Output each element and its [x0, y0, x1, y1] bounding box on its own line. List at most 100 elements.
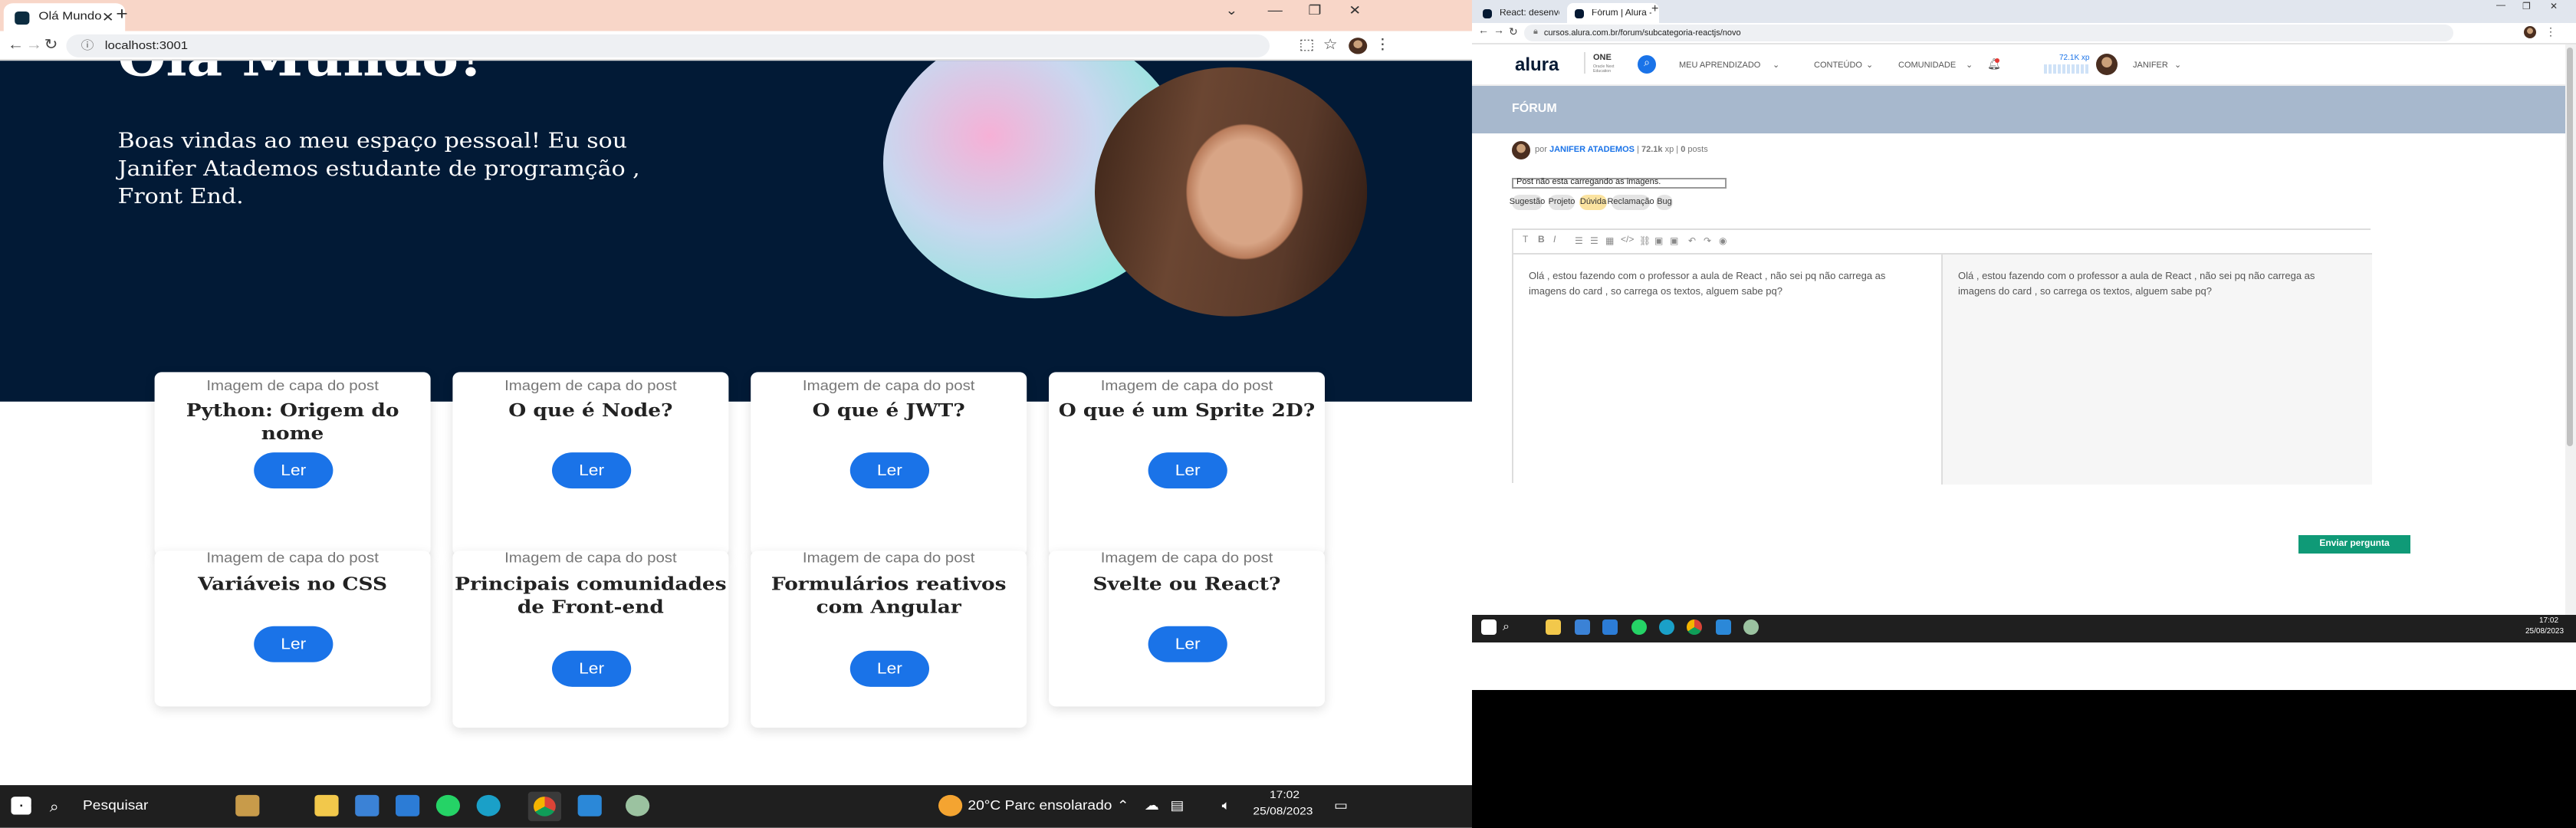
tag-reclamacao[interactable]: Reclamação	[1607, 195, 1654, 210]
menu-meu-aprendizado[interactable]: MEU APRENDIZADO	[1679, 61, 1760, 71]
read-button[interactable]: Ler	[552, 650, 632, 687]
read-button[interactable]: Ler	[254, 626, 334, 662]
forward-icon[interactable]: →	[26, 36, 43, 52]
close-window-icon[interactable]: ✕	[1349, 3, 1361, 18]
user-avatar[interactable]	[2096, 54, 2118, 75]
link-icon[interactable]: ⛓	[1639, 236, 1651, 247]
mail-icon[interactable]	[1602, 619, 1618, 635]
windows-start-icon[interactable]	[11, 797, 31, 815]
app-icon[interactable]	[626, 794, 650, 816]
search-icon[interactable]: ⌕	[1503, 619, 1510, 635]
tag-sugestao[interactable]: Sugestão	[1510, 195, 1545, 210]
redo-icon[interactable]: ↷	[1704, 236, 1711, 247]
editor-input[interactable]: Olá , estou fazendo com o professor a au…	[1513, 255, 1943, 485]
image-upload-icon[interactable]: ▣	[1670, 236, 1678, 247]
send-question-button[interactable]: Enviar pergunta	[2298, 535, 2410, 554]
read-button[interactable]: Ler	[849, 452, 929, 489]
chevron-up-icon[interactable]: ⌃	[1117, 798, 1129, 813]
tag-duvida[interactable]: Dúvida	[1579, 195, 1607, 210]
whatsapp-icon[interactable]	[1631, 619, 1647, 635]
cloud-icon[interactable]: ☁	[1145, 798, 1159, 813]
taskbar-search[interactable]: Pesquisar	[83, 798, 148, 813]
network-icon[interactable]: ▤	[1170, 798, 1184, 813]
taskbar-time[interactable]: 17:02	[2539, 616, 2558, 626]
tab-react[interactable]: React: desenvolvendo em React ...	[1475, 3, 1567, 23]
post-title: O que é Node?	[508, 399, 673, 422]
scrollbar-thumb[interactable]	[2567, 48, 2573, 446]
edge-icon[interactable]	[476, 794, 501, 816]
notification-icon[interactable]: ▭	[1334, 798, 1348, 813]
taskbar-date[interactable]: 25/08/2023	[1253, 807, 1313, 818]
back-icon[interactable]: ←	[8, 36, 25, 52]
page-scrollbar[interactable]	[2565, 44, 2576, 616]
app-icon[interactable]	[1743, 619, 1759, 635]
restore-icon[interactable]: ❐	[2522, 2, 2531, 12]
profile-avatar[interactable]	[2524, 26, 2536, 38]
volume-icon[interactable]: 🔈︎	[1222, 798, 1231, 814]
tag-projeto[interactable]: Projeto	[1549, 195, 1575, 210]
tab-title: Olá Mundo	[38, 11, 102, 23]
chrome-icon[interactable]	[534, 797, 556, 816]
search-icon[interactable]: ⌕	[1638, 55, 1656, 74]
user-name[interactable]: JANIFER	[2133, 61, 2168, 71]
store-icon[interactable]	[355, 794, 380, 816]
new-tab-icon[interactable]: +	[1651, 2, 1658, 15]
file-explorer-icon[interactable]	[1546, 619, 1561, 635]
vscode-icon[interactable]	[1716, 619, 1731, 635]
address-bar[interactable]: ⓘ localhost:3001	[66, 34, 1270, 58]
extensions-icon[interactable]: ⬚	[1299, 36, 1314, 54]
weather-text[interactable]: 20°C Parc ensolarado	[968, 798, 1112, 813]
tag-bug[interactable]: Bug	[1656, 195, 1673, 210]
menu-conteudo[interactable]: CONTEÚDO	[1814, 61, 1862, 71]
menu-comunidade[interactable]: COMUNIDADE	[1898, 61, 1956, 71]
reload-icon[interactable]: ↻	[1509, 26, 1518, 38]
author-name[interactable]: JANIFER ATADEMOS	[1549, 146, 1635, 155]
windows-start-icon[interactable]	[1481, 619, 1497, 635]
read-button[interactable]: Ler	[849, 650, 929, 687]
file-explorer-icon[interactable]	[314, 794, 339, 816]
list-unordered-icon[interactable]: ☰	[1590, 236, 1598, 247]
tab-forum[interactable]: Fórum | Alura - Cursos online de...	[1567, 3, 1659, 23]
minimize-icon[interactable]: —	[2496, 2, 2505, 11]
menu-icon[interactable]: ⋮	[2545, 26, 2556, 38]
undo-icon[interactable]: ↶	[1688, 236, 1696, 247]
read-button[interactable]: Ler	[1148, 626, 1227, 662]
chrome-icon[interactable]	[1687, 619, 1702, 635]
close-tab-icon[interactable]: ✕	[102, 10, 114, 25]
read-button[interactable]: Ler	[254, 452, 334, 489]
minimize-icon[interactable]: —	[1268, 3, 1283, 18]
read-button[interactable]: Ler	[552, 452, 632, 489]
vscode-icon[interactable]	[577, 794, 602, 816]
back-icon[interactable]: ←	[1478, 26, 1489, 37]
tab-ola-mundo[interactable]: Olá Mundo ✕	[3, 3, 126, 31]
address-bar[interactable]: 🔒︎ cursos.alura.com.br/forum/subcategori…	[1524, 25, 2453, 41]
post-title: Variáveis no CSS	[198, 573, 388, 596]
alura-logo[interactable]: alura	[1515, 54, 1559, 75]
reload-icon[interactable]: ↻	[44, 36, 58, 54]
store-icon[interactable]	[1575, 619, 1590, 635]
code-icon[interactable]: </>	[1621, 236, 1634, 245]
menu-icon[interactable]: ⋮	[1375, 36, 1392, 54]
forward-icon[interactable]: →	[1493, 26, 1504, 37]
read-button[interactable]: Ler	[1148, 452, 1227, 489]
table-icon[interactable]: ▦	[1605, 236, 1614, 247]
taskbar-date[interactable]: 25/08/2023	[2525, 627, 2564, 636]
profile-avatar[interactable]	[1349, 38, 1368, 54]
edge-icon[interactable]	[1659, 619, 1674, 635]
taskbar-time[interactable]: 17:02	[1270, 790, 1300, 802]
preview-eye-icon[interactable]: ◉	[1719, 236, 1727, 247]
star-icon[interactable]: ☆	[1323, 36, 1338, 54]
bold-icon[interactable]: B	[1538, 236, 1545, 245]
new-tab-icon[interactable]: +	[116, 5, 127, 25]
chevron-down-icon[interactable]: ⌄	[1225, 3, 1237, 18]
mail-icon[interactable]	[396, 794, 420, 816]
whatsapp-icon[interactable]	[435, 794, 460, 816]
search-icon[interactable]: ⌕	[50, 798, 59, 816]
close-window-icon[interactable]: ✕	[2550, 2, 2558, 12]
list-ordered-icon[interactable]: ☰	[1575, 236, 1583, 247]
heading-icon[interactable]: T	[1523, 236, 1528, 245]
image-icon[interactable]: ▣	[1654, 236, 1663, 247]
restore-icon[interactable]: ❐	[1308, 3, 1321, 18]
italic-icon[interactable]: I	[1553, 236, 1556, 245]
post-title-input[interactable]: Post não esta carregando as imagens.	[1512, 178, 1727, 189]
